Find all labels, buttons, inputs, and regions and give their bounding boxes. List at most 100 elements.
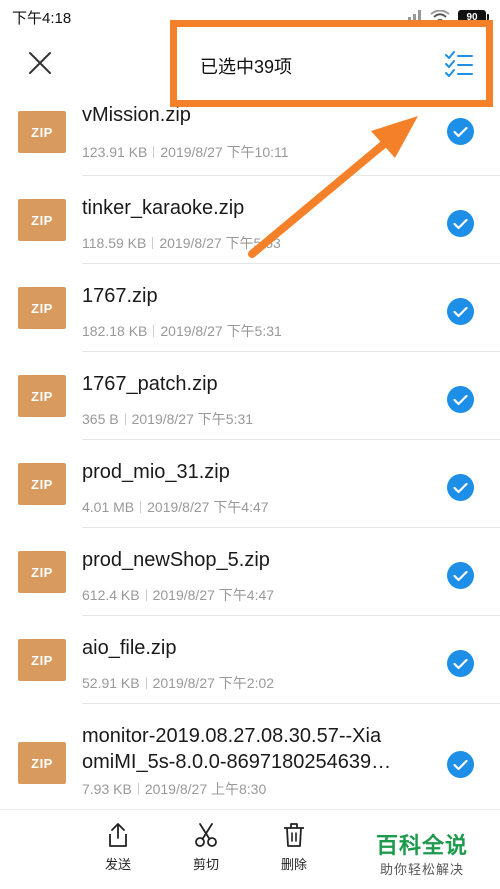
file-name: monitor-2019.08.27.08.30.57--Xia omiMI_5… — [82, 723, 442, 775]
close-button[interactable] — [20, 46, 60, 80]
selected-checkbox[interactable] — [447, 650, 474, 677]
check-icon — [453, 759, 468, 770]
file-item[interactable]: ZIP vMission.zip 123.91 KB 2019/8/27 下午10… — [0, 92, 500, 176]
zip-icon-label: ZIP — [31, 212, 53, 228]
file-list[interactable]: ZIP vMission.zip 123.91 KB 2019/8/27 下午10… — [0, 92, 500, 809]
file-meta: 4.01 MB 2019/8/27 下午4:47 — [82, 497, 269, 517]
file-date: 2019/8/27 下午2:02 — [152, 675, 275, 691]
file-meta: 365 B 2019/8/27 下午5:31 — [82, 409, 253, 429]
cut-button[interactable]: 剪切 — [176, 822, 236, 873]
file-item[interactable]: ZIP aio_file.zip 52.91 KB 2019/8/27 下午2:0… — [0, 616, 500, 704]
cut-label: 剪切 — [192, 857, 219, 872]
check-icon — [453, 658, 468, 669]
trash-icon — [284, 823, 304, 847]
signal-icon — [403, 10, 421, 24]
zip-file-icon: ZIP — [18, 375, 66, 417]
file-date: 2019/8/27 下午4:47 — [147, 499, 269, 515]
send-button[interactable]: 发送 — [88, 822, 148, 873]
select-all-button[interactable] — [440, 48, 478, 80]
check-icon — [453, 394, 468, 405]
watermark: 百科全说 助你轻松解决 — [372, 826, 494, 884]
file-name: 1767_patch.zip — [82, 373, 218, 395]
watermark-title: 百科全说 — [376, 833, 469, 858]
zip-icon-label: ZIP — [31, 564, 53, 580]
file-name: aio_file.zip — [82, 637, 177, 659]
zip-file-icon: ZIP — [18, 199, 66, 241]
selected-checkbox[interactable] — [447, 562, 474, 589]
zip-icon-label: ZIP — [31, 388, 53, 404]
file-date: 2019/8/27 下午5:53 — [159, 235, 281, 251]
file-size: 7.93 KB — [82, 781, 132, 797]
file-item[interactable]: ZIP 1767_patch.zip 365 B 2019/8/27 下午5:31 — [0, 352, 500, 440]
file-item[interactable]: ZIP tinker_karaoke.zip 118.59 KB 2019/8/2… — [0, 176, 500, 264]
close-icon — [29, 52, 51, 74]
selected-checkbox[interactable] — [447, 210, 474, 237]
check-icon — [453, 126, 468, 137]
file-date: 2019/8/27 下午5:31 — [160, 323, 282, 339]
scissors-icon — [195, 823, 217, 847]
delete-button[interactable]: 删除 — [264, 822, 324, 873]
file-meta: 7.93 KB 2019/8/27 上午8:30 — [82, 779, 266, 799]
file-meta: 182.18 KB 2019/8/27 下午5:31 — [82, 321, 282, 341]
status-bar: 下午4:18 90 — [0, 0, 500, 34]
battery-level: 90 — [466, 11, 478, 23]
file-item[interactable]: ZIP 1767.zip 182.18 KB 2019/8/27 下午5:31 — [0, 264, 500, 352]
file-item[interactable]: ZIP prod_mio_31.zip 4.01 MB 2019/8/27 下午4… — [0, 440, 500, 528]
zip-file-icon: ZIP — [18, 287, 66, 329]
zip-file-icon: ZIP — [18, 111, 66, 153]
status-icons: 90 — [402, 10, 489, 24]
status-time: 下午4:18 — [12, 9, 72, 27]
check-icon — [453, 482, 468, 493]
file-meta: 123.91 KB 2019/8/27 下午10:11 — [82, 142, 289, 162]
zip-file-icon: ZIP — [18, 742, 66, 784]
file-date: 2019/8/27 上午8:30 — [144, 781, 267, 797]
file-meta: 612.4 KB 2019/8/27 下午4:47 — [82, 585, 274, 605]
send-label: 发送 — [104, 857, 131, 872]
file-date: 2019/8/27 下午4:47 — [152, 587, 275, 603]
file-size: 118.59 KB — [82, 235, 147, 251]
file-name: prod_newShop_5.zip — [82, 549, 270, 571]
file-name: prod_mio_31.zip — [82, 461, 230, 483]
zip-icon-label: ZIP — [31, 300, 53, 316]
file-meta: 118.59 KB 2019/8/27 下午5:53 — [82, 233, 281, 253]
check-icon — [453, 306, 468, 317]
zip-icon-label: ZIP — [31, 652, 53, 668]
file-item[interactable]: ZIP prod_newShop_5.zip 612.4 KB 2019/8/27… — [0, 528, 500, 616]
header: 已选中39项 — [0, 34, 500, 92]
delete-label: 删除 — [280, 857, 307, 872]
share-icon — [109, 823, 127, 847]
page-title: 已选中39项 — [200, 57, 293, 77]
wifi-icon — [430, 10, 450, 23]
zip-icon-label: ZIP — [31, 755, 53, 771]
file-name-line2: omiMI_5s-8.0.0-8697180254639… — [82, 751, 392, 773]
zip-icon-label: ZIP — [31, 124, 53, 140]
file-name: 1767.zip — [82, 285, 158, 307]
check-icon — [453, 218, 468, 229]
file-size: 123.91 KB — [82, 144, 148, 160]
zip-file-icon: ZIP — [18, 463, 66, 505]
zip-file-icon: ZIP — [18, 551, 66, 593]
file-meta: 52.91 KB 2019/8/27 下午2:02 — [82, 673, 274, 693]
file-name: vMission.zip — [82, 104, 191, 126]
file-date: 2019/8/27 下午10:11 — [160, 144, 289, 160]
file-size: 612.4 KB — [82, 587, 140, 603]
selected-checkbox[interactable] — [447, 386, 474, 413]
file-date: 2019/8/27 下午5:31 — [131, 411, 254, 427]
selected-checkbox[interactable] — [447, 118, 474, 145]
zip-file-icon: ZIP — [18, 639, 66, 681]
file-size: 365 B — [82, 411, 119, 427]
selected-checkbox[interactable] — [447, 751, 474, 778]
zip-icon-label: ZIP — [31, 476, 53, 492]
battery-icon: 90 — [458, 10, 489, 24]
file-size: 4.01 MB — [82, 499, 135, 515]
selected-checkbox[interactable] — [447, 298, 474, 325]
file-item[interactable]: ZIP monitor-2019.08.27.08.30.57--Xia omi… — [0, 704, 500, 809]
file-name: tinker_karaoke.zip — [82, 197, 245, 219]
check-icon — [453, 570, 468, 581]
file-size: 182.18 KB — [82, 323, 148, 339]
watermark-subtitle: 助你轻松解决 — [380, 862, 465, 877]
selected-checkbox[interactable] — [447, 474, 474, 501]
checklist-icon — [445, 51, 473, 77]
file-size: 52.91 KB — [82, 675, 140, 691]
file-name-line1: monitor-2019.08.27.08.30.57--Xia — [82, 725, 382, 747]
